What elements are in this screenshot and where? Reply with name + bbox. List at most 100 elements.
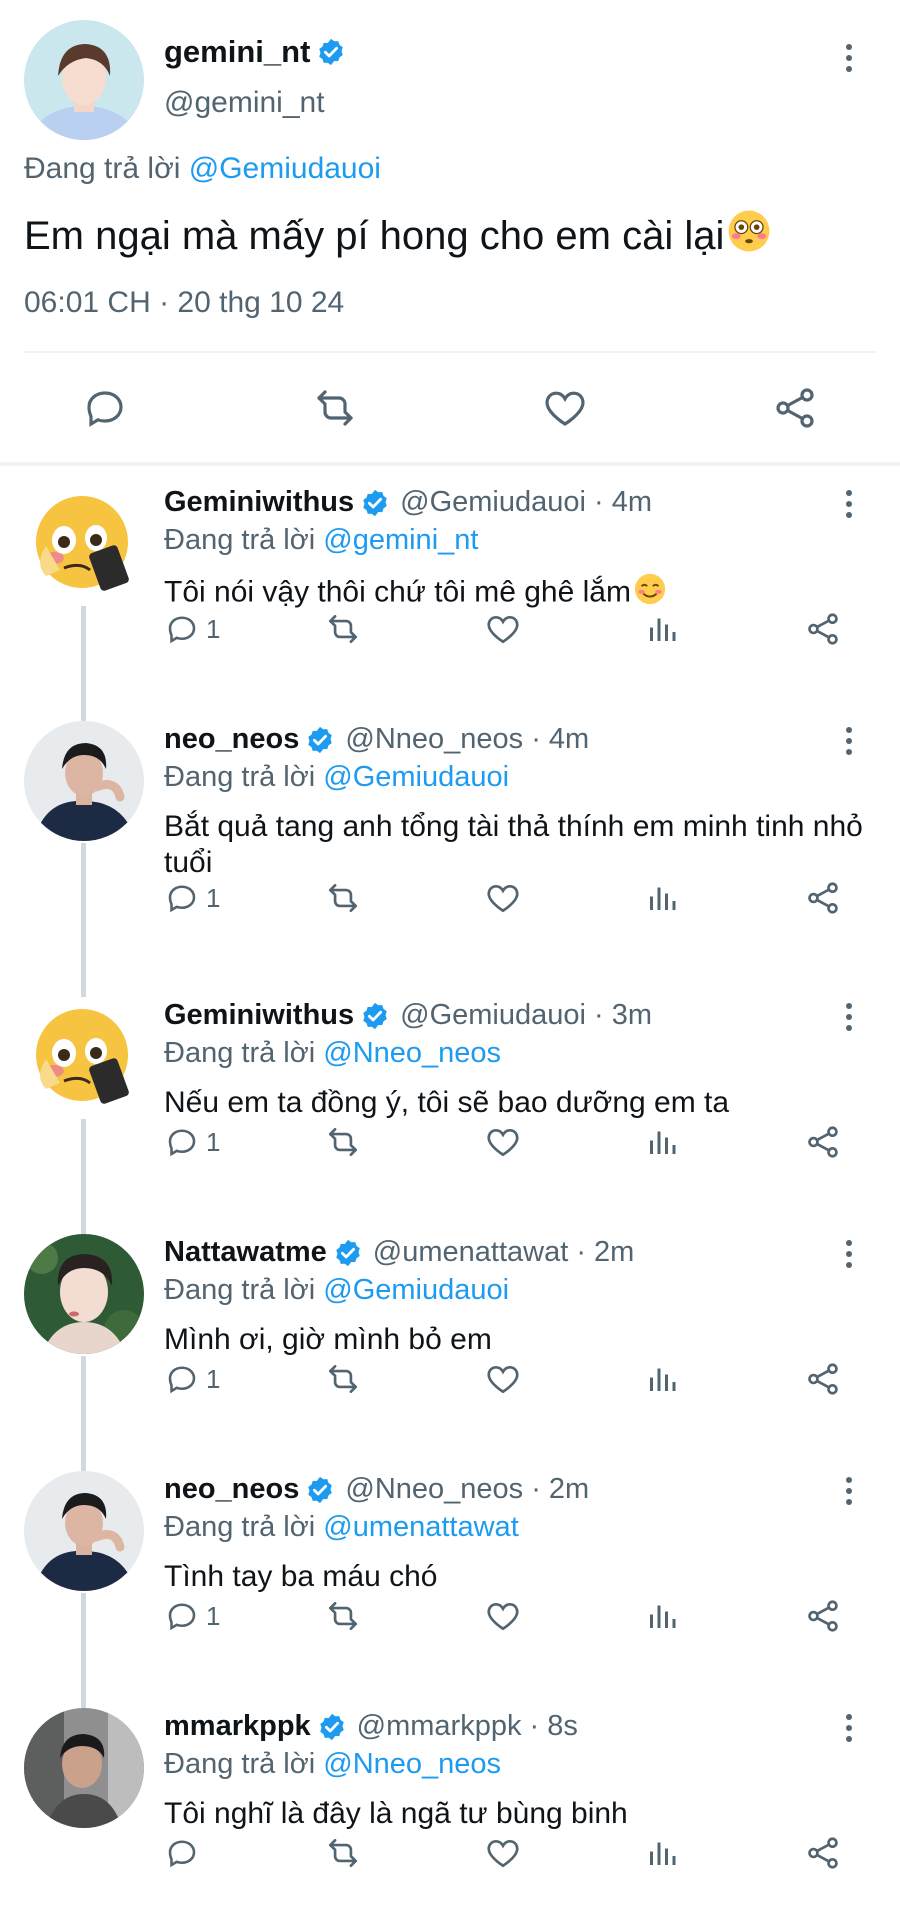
reply-tweet[interactable]: neo_neos @Nneo_neos · 4m Đang trả lời @G… [0,703,900,997]
verified-badge-icon [333,1238,363,1268]
more-options-icon[interactable] [834,1708,864,1748]
reply-button[interactable] [164,1830,206,1876]
retweet-button[interactable] [324,1830,362,1876]
share-button[interactable] [804,1119,842,1165]
replies-list: Geminiwithus @Gemiudauoi · 4m Đang trả l… [0,466,900,1927]
reply-button[interactable]: 1 [164,606,220,652]
reply-icon [168,1366,196,1394]
display-name[interactable]: mmarkppk [164,1710,311,1743]
reply-button[interactable]: 1 [164,1356,220,1402]
retweet-button[interactable] [324,1119,362,1165]
avatar[interactable] [24,997,144,1117]
views-button[interactable] [644,1119,680,1165]
more-options-icon[interactable] [834,38,864,78]
display-name[interactable]: neo_neos [164,723,299,756]
display-name[interactable]: Nattawatme [164,1236,327,1269]
replying-to: Đang trả lời @Nneo_neos [164,1748,501,1781]
reply-button[interactable]: 1 [164,1593,220,1639]
avatar[interactable] [24,1708,144,1828]
replying-to-link[interactable]: @Gemiudauoi [323,761,509,793]
user-handle[interactable]: @umenattawat · 2m [373,1236,635,1269]
display-name[interactable]: Geminiwithus [164,999,354,1032]
reply-tweet[interactable]: neo_neos @Nneo_neos · 2m Đang trả lời @u… [0,1453,900,1708]
retweet-button[interactable] [305,378,365,438]
more-options-icon[interactable] [834,1471,864,1511]
replying-to: Đang trả lời @umenattawat [164,1511,519,1544]
more-options-icon[interactable] [834,721,864,761]
reply-button[interactable]: 1 [164,875,220,921]
reply-tweet[interactable]: Geminiwithus @Gemiudauoi · 3m Đang trả l… [0,979,900,1234]
avatar[interactable] [24,20,144,140]
share-icon [808,882,838,914]
replying-to-link[interactable]: @Gemiudauoi [323,1274,509,1306]
verified-badge-icon [360,1001,390,1031]
share-icon [808,613,838,645]
analytics-icon [650,887,676,910]
replying-label: Đang trả lời [24,152,181,185]
user-name-row[interactable]: neo_neos @Nneo_neos · 2m [164,1473,589,1506]
share-button[interactable] [804,606,842,652]
user-name-row[interactable]: Nattawatme @umenattawat · 2m [164,1236,634,1269]
share-button[interactable] [804,1356,842,1402]
replying-to-link[interactable]: @umenattawat [323,1511,518,1543]
user-handle[interactable]: @Gemiudauoi · 4m [400,486,652,519]
replying-to-link[interactable]: @Nneo_neos [323,1037,501,1069]
more-options-icon[interactable] [834,997,864,1037]
more-options-icon[interactable] [834,484,864,524]
tweet-text: Mình ơi, giờ mình bỏ em [164,1323,492,1356]
like-button[interactable] [484,1593,522,1639]
views-button[interactable] [644,875,680,921]
replying-to-link[interactable]: @gemini_nt [323,524,478,556]
views-button[interactable] [644,606,680,652]
avatar[interactable] [24,1471,144,1591]
tweet-timestamp[interactable]: 06:01 CH · 20 thg 10 24 [24,286,344,320]
display-name[interactable]: gemini_nt [164,34,310,70]
retweet-button[interactable] [324,875,362,921]
user-handle[interactable]: @Gemiudauoi · 3m [400,999,652,1032]
verified-badge-icon [305,725,335,755]
share-button[interactable] [765,378,825,438]
like-button[interactable] [484,1830,522,1876]
user-handle[interactable]: @Nneo_neos · 4m [345,723,589,756]
user-name-row[interactable]: Geminiwithus @Gemiudauoi · 3m [164,999,652,1032]
like-button[interactable] [535,378,595,438]
reply-tweet[interactable]: Nattawatme @umenattawat · 2m Đang trả lờ… [0,1216,900,1471]
display-name[interactable]: Geminiwithus [164,486,354,519]
like-button[interactable] [484,875,522,921]
reply-icon [168,1129,196,1157]
avatar[interactable] [24,484,144,604]
user-handle[interactable]: @Nneo_neos · 2m [345,1473,589,1506]
retweet-button[interactable] [324,1356,362,1402]
reply-tweet[interactable]: Geminiwithus @Gemiudauoi · 4m Đang trả l… [0,466,900,721]
like-button[interactable] [484,1119,522,1165]
avatar[interactable] [24,721,144,841]
replying-to: Đang trả lời @gemini_nt [164,524,478,557]
retweet-button[interactable] [324,606,362,652]
replying-to-link[interactable]: @Nneo_neos [323,1748,501,1780]
reply-count: 1 [206,1600,221,1631]
user-name-row[interactable]: gemini_nt [164,34,346,70]
reply-button[interactable]: 1 [164,1119,220,1165]
share-button[interactable] [804,1830,842,1876]
user-handle[interactable]: @gemini_nt [164,86,325,120]
user-name-row[interactable]: neo_neos @Nneo_neos · 4m [164,723,589,756]
like-button[interactable] [484,1356,522,1402]
reply-button[interactable] [75,378,135,438]
views-button[interactable] [644,1830,680,1876]
views-button[interactable] [644,1356,680,1402]
tweet-text: Tình tay ba máu chó [164,1560,438,1593]
avatar[interactable] [24,1234,144,1354]
views-button[interactable] [644,1593,680,1639]
reply-tweet[interactable]: mmarkppk @mmarkppk · 8s Đang trả lời @Nn… [0,1690,900,1927]
retweet-button[interactable] [324,1593,362,1639]
share-button[interactable] [804,875,842,921]
share-button[interactable] [804,1593,842,1639]
like-button[interactable] [484,606,522,652]
user-name-row[interactable]: mmarkppk @mmarkppk · 8s [164,1710,578,1743]
user-handle[interactable]: @mmarkppk · 8s [357,1710,578,1743]
user-name-row[interactable]: Geminiwithus @Gemiudauoi · 4m [164,486,652,519]
display-name[interactable]: neo_neos [164,1473,299,1506]
replying-to-link[interactable]: @Gemiudauoi [189,152,381,185]
share-icon [776,388,814,428]
more-options-icon[interactable] [834,1234,864,1274]
